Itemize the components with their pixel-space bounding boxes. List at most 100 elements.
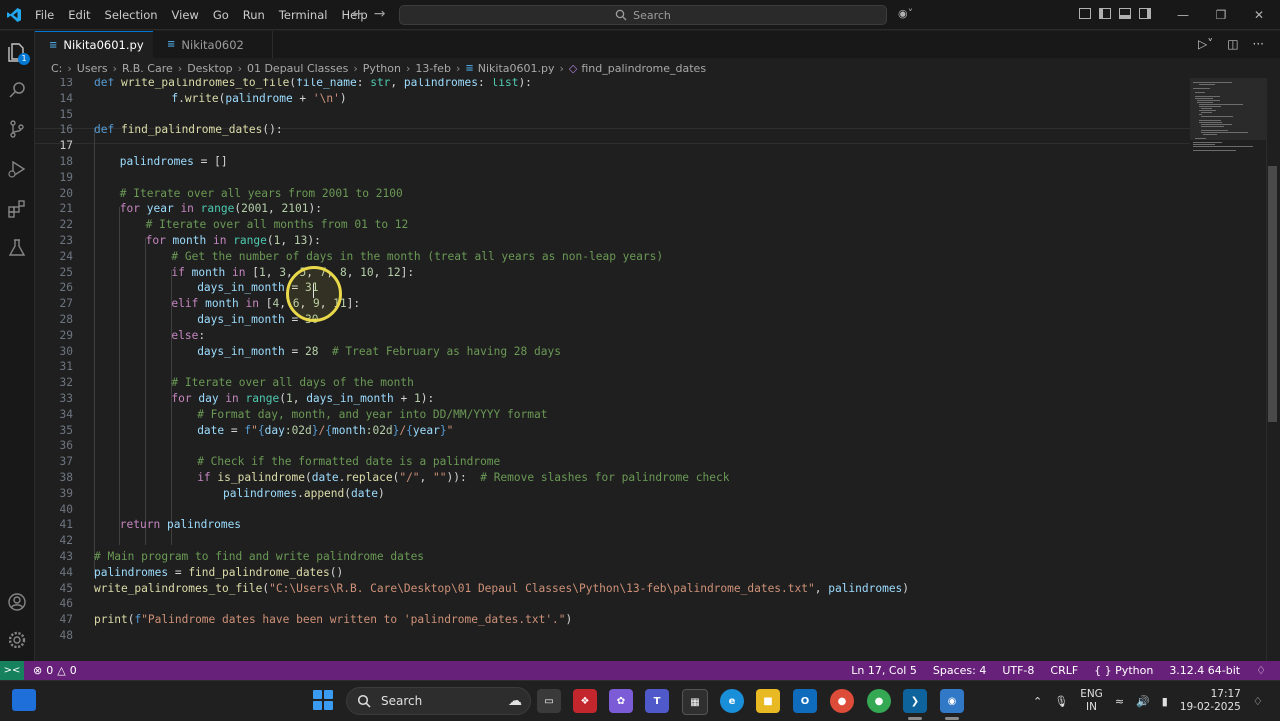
search-sidebar-icon[interactable] <box>6 79 28 101</box>
code-line[interactable]: 21 for year in range(2001, 2101): <box>35 201 1190 217</box>
code-line[interactable]: 33 for day in range(1, days_in_month + 1)… <box>35 391 1190 407</box>
menu-terminal[interactable]: Terminal <box>272 0 335 30</box>
customize-layout-icon[interactable] <box>1079 8 1091 19</box>
chevron-up-icon[interactable]: ⌃ <box>1033 695 1042 708</box>
source-control-icon[interactable] <box>6 118 28 140</box>
breadcrumb-item[interactable]: Users <box>77 62 108 75</box>
code-line[interactable]: 22 # Iterate over all months from 01 to 1… <box>35 217 1190 233</box>
encoding[interactable]: UTF-8 <box>1002 664 1034 677</box>
split-editor-icon[interactable]: ◫ <box>1227 37 1238 51</box>
chrome-profile-icon[interactable]: ● <box>867 689 891 713</box>
code-line[interactable]: 25 if month in [1, 3, 5, 7, 8, 10, 12]: <box>35 265 1190 281</box>
notifications-icon[interactable]: ♢ <box>1253 695 1263 708</box>
code-line[interactable]: 32 # Iterate over all days of the month <box>35 375 1190 391</box>
more-actions-icon[interactable]: ··· <box>1253 37 1264 51</box>
breadcrumb-item[interactable]: find_palindrome_dates <box>581 62 706 75</box>
code-line[interactable]: 41 return palindromes <box>35 517 1190 533</box>
cursor-position[interactable]: Ln 17, Col 5 <box>851 664 917 677</box>
microphone-icon[interactable]: 🎙 <box>1054 695 1068 708</box>
code-line[interactable]: 26 days_in_month = 31 <box>35 280 1190 296</box>
code-line[interactable]: 23 for month in range(1, 13): <box>35 233 1190 249</box>
breadcrumb-item[interactable]: R.B. Care <box>122 62 173 75</box>
scrollbar-thumb[interactable] <box>1268 166 1277 422</box>
menu-edit[interactable]: Edit <box>61 0 97 30</box>
breadcrumb-item[interactable]: Desktop <box>187 62 232 75</box>
menu-view[interactable]: View <box>165 0 206 30</box>
settings-gear-icon[interactable] <box>6 629 28 651</box>
line-endings[interactable]: CRLF <box>1050 664 1078 677</box>
input-language[interactable]: ENG IN <box>1080 688 1103 714</box>
restore-icon[interactable]: ❐ <box>1202 0 1240 30</box>
code-line[interactable]: 17 <box>35 138 1190 154</box>
code-line[interactable]: 47 print(f"Palindrome dates have been wri… <box>35 612 1190 628</box>
menu-run[interactable]: Run <box>236 0 272 30</box>
menu-go[interactable]: Go <box>206 0 236 30</box>
pdf-reader-icon[interactable]: ❖ <box>573 689 597 713</box>
code-line[interactable]: 29 else: <box>35 328 1190 344</box>
code-line[interactable]: 44 palindromes = find_palindrome_dates() <box>35 565 1190 581</box>
indentation[interactable]: Spaces: 4 <box>933 664 986 677</box>
python-app-icon[interactable]: ◉ <box>940 689 964 713</box>
code-line[interactable]: 48 <box>35 628 1190 644</box>
breadcrumb-item[interactable]: Python <box>363 62 401 75</box>
toggle-secondary-sidebar-icon[interactable] <box>1139 8 1151 19</box>
code-line[interactable]: 28 days_in_month = 30 <box>35 312 1190 328</box>
run-file-icon[interactable]: ▷˅ <box>1198 37 1213 51</box>
breadcrumb-item[interactable]: Nikita0601.py <box>478 62 555 75</box>
teams-icon[interactable]: T <box>645 689 669 713</box>
minimize-icon[interactable]: — <box>1164 0 1202 30</box>
code-line[interactable]: 18 palindromes = [] <box>35 154 1190 170</box>
code-line[interactable]: 45 write_palindromes_to_file("C:\Users\R.… <box>35 581 1190 597</box>
tab-nikita0601[interactable]: ≡ Nikita0601.py <box>35 31 153 58</box>
code-line[interactable]: 37 # Check if the formatted date is a pal… <box>35 454 1190 470</box>
notifications-bell-icon[interactable]: ♢ <box>1256 664 1266 677</box>
widgets-icon[interactable] <box>12 689 36 711</box>
code-line[interactable]: 40 <box>35 502 1190 518</box>
code-line[interactable]: 14 f.write(palindrome + '\n') <box>35 91 1190 107</box>
code-line[interactable]: 38 if is_palindrome(date.replace("/", "")… <box>35 470 1190 486</box>
file-explorer-icon[interactable]: ▦ <box>682 689 708 715</box>
code-editor[interactable]: 13 def write_palindromes_to_file(file_nam… <box>35 78 1190 661</box>
taskbar-search[interactable]: Search ☁ <box>346 687 531 715</box>
explorer-icon[interactable]: 1 <box>6 41 30 65</box>
remote-indicator-icon[interactable]: >< <box>0 661 24 680</box>
code-line[interactable]: 15 <box>35 107 1190 123</box>
start-button-icon[interactable] <box>313 690 333 710</box>
code-line[interactable]: 16 def find_palindrome_dates(): <box>35 122 1190 138</box>
command-center-search[interactable]: Search <box>399 5 887 25</box>
code-line[interactable]: 13 def write_palindromes_to_file(file_nam… <box>35 78 1190 91</box>
copilot-icon[interactable]: ◉˅ <box>898 7 913 20</box>
volume-icon[interactable]: 🔊 <box>1136 695 1150 708</box>
code-line[interactable]: 30 days_in_month = 28 # Treat February as… <box>35 344 1190 360</box>
tab-nikita0602[interactable]: ≡ Nikita0602 <box>153 31 273 58</box>
code-line[interactable]: 39 palindromes.append(date) <box>35 486 1190 502</box>
code-line[interactable]: 46 <box>35 596 1190 612</box>
code-line[interactable]: 43 # Main program to find and write palin… <box>35 549 1190 565</box>
outlook-icon[interactable]: O <box>793 689 817 713</box>
breadcrumb-item[interactable]: C: <box>51 62 62 75</box>
minimap-slider[interactable] <box>1190 78 1266 140</box>
task-view-icon[interactable]: ▭ <box>537 689 561 713</box>
code-line[interactable]: 19 <box>35 170 1190 186</box>
menu-file[interactable]: File <box>28 0 61 30</box>
code-line[interactable]: 20 # Iterate over all years from 2001 to … <box>35 186 1190 202</box>
testing-flask-icon[interactable] <box>6 237 28 259</box>
toggle-panel-icon[interactable] <box>1119 8 1131 19</box>
code-line[interactable]: 31 <box>35 359 1190 375</box>
run-debug-icon[interactable] <box>6 158 28 180</box>
problems-indicator[interactable]: ⊗ 0 △ 0 <box>33 661 77 680</box>
code-line[interactable]: 34 # Format day, month, and year into DD/… <box>35 407 1190 423</box>
python-interpreter[interactable]: 3.12.4 64-bit <box>1169 664 1240 677</box>
menu-selection[interactable]: Selection <box>98 0 165 30</box>
edge-browser-icon[interactable]: e <box>720 689 744 713</box>
code-line[interactable]: 24 # Get the number of days in the month … <box>35 249 1190 265</box>
language-mode[interactable]: { } Python <box>1094 664 1153 677</box>
code-line[interactable]: 36 <box>35 438 1190 454</box>
chrome-icon[interactable]: ● <box>830 689 854 713</box>
code-line[interactable]: 27 elif month in [4, 6, 9, 11]: <box>35 296 1190 312</box>
breadcrumb-item[interactable]: 13-feb <box>415 62 451 75</box>
clock[interactable]: 17:17 19-02-2025 <box>1180 688 1241 714</box>
extensions-icon[interactable] <box>6 198 28 220</box>
forward-arrow-icon[interactable]: → <box>374 6 386 22</box>
toggle-primary-sidebar-icon[interactable] <box>1099 8 1111 19</box>
